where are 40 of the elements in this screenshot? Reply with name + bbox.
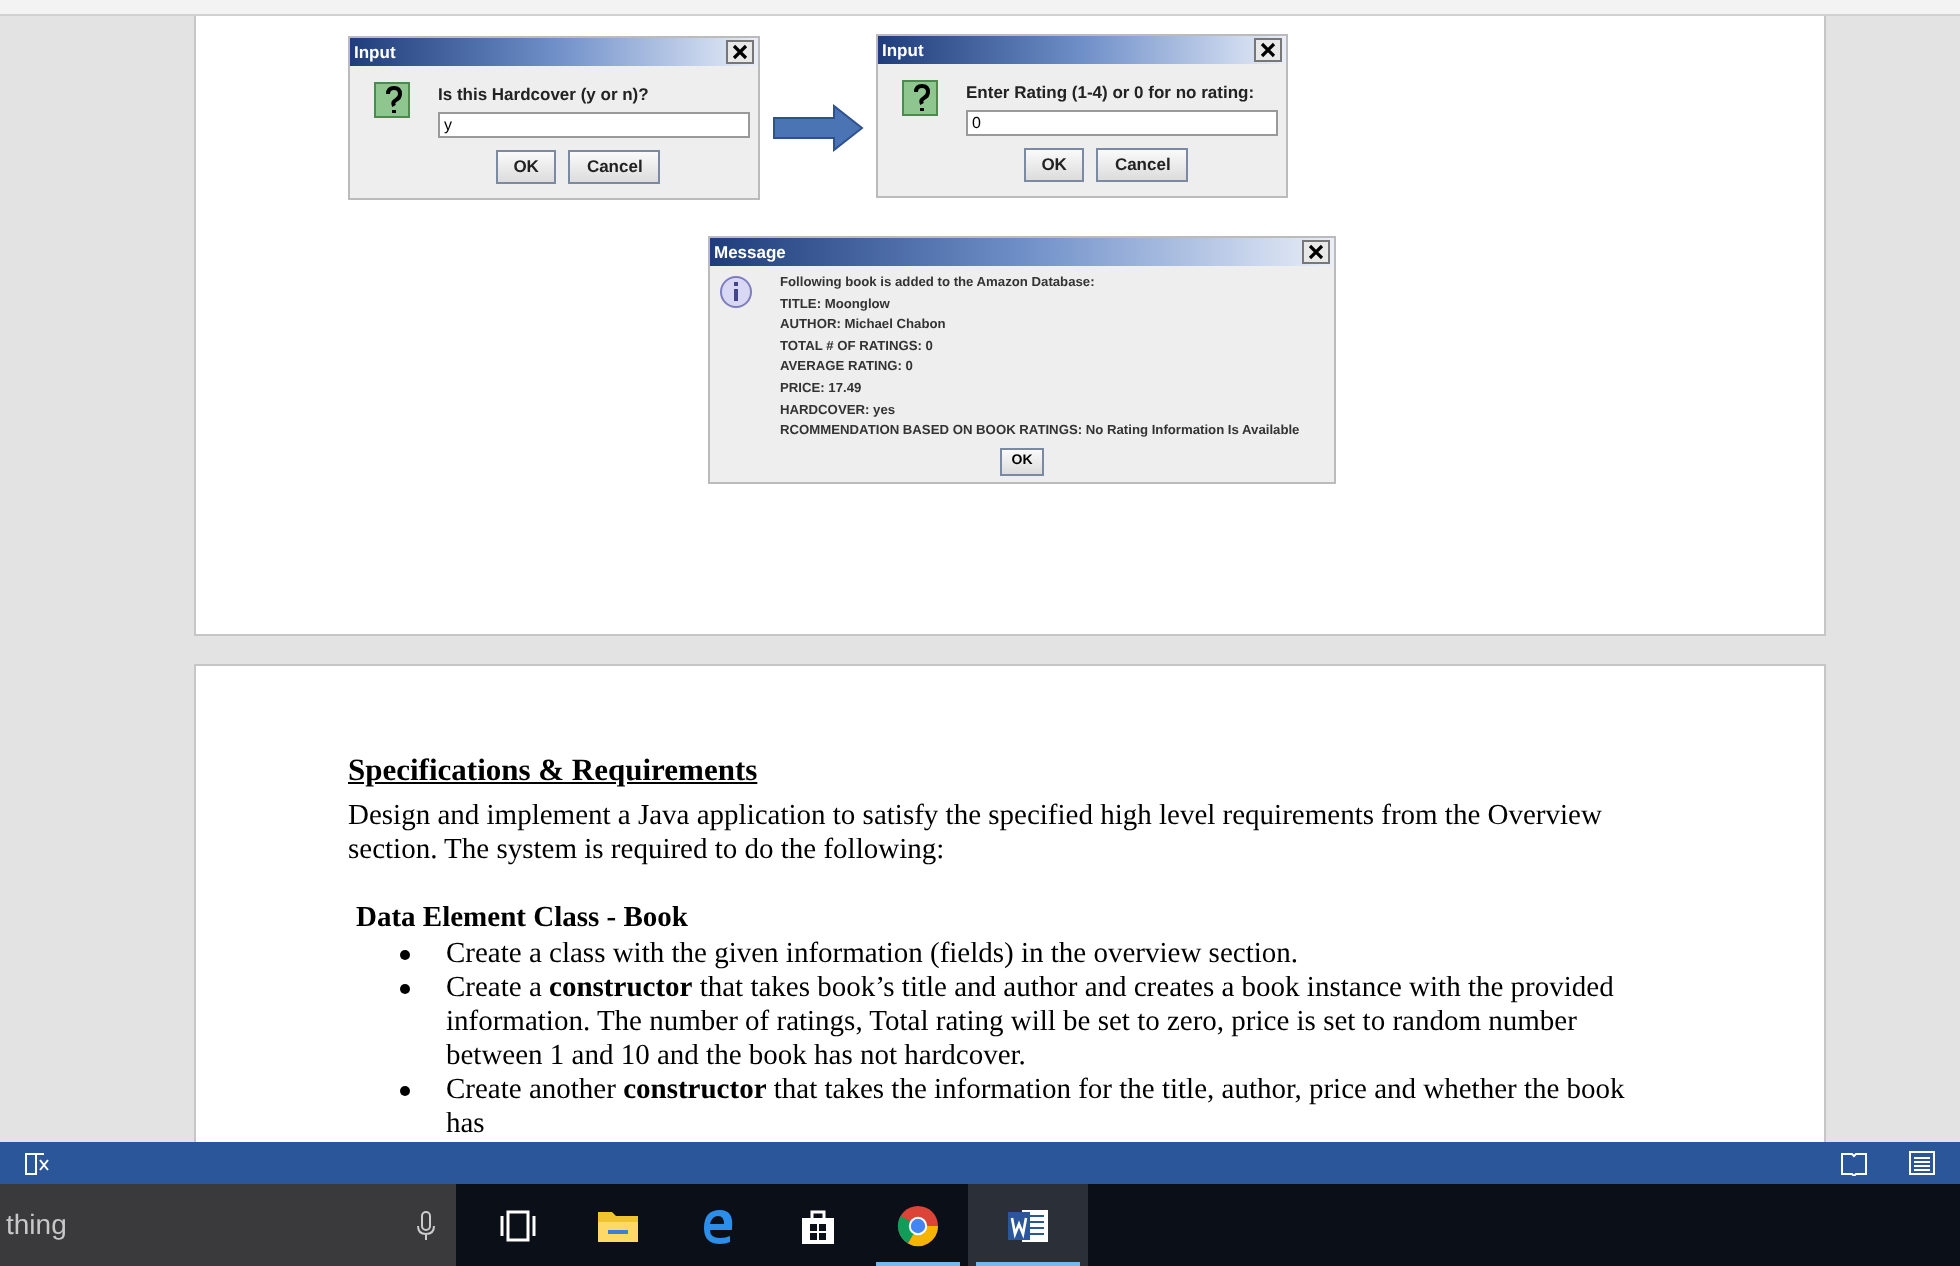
bullet-icon — [400, 1086, 410, 1096]
bullet-icon — [400, 950, 410, 960]
dialog-title: Message — [714, 239, 786, 265]
close-button[interactable] — [1254, 38, 1282, 62]
bullet-text: Create a constructor that takes book’s title and author and creates a book instance with the provided information. The number of ratings, Total rating will be set to zero, price is set to random number between 1 and 10 and the book has not hardcover. — [446, 972, 1616, 1074]
shopping-bag-icon — [800, 1205, 836, 1245]
dialog-button[interactable]: Cancel — [1096, 147, 1189, 182]
prompt-text: Enter Rating (1-4) or 0 for no rating: — [966, 80, 1257, 106]
task-view-icon — [498, 1209, 538, 1241]
close-button[interactable] — [726, 40, 754, 64]
dialog-title: Input — [882, 37, 924, 63]
prompt-text: Is this Hardcover (y or n)? — [438, 82, 651, 108]
search-text: thing — [6, 1206, 67, 1244]
dialog-button[interactable]: Cancel — [568, 149, 661, 184]
arrow-icon — [772, 104, 864, 152]
intro-paragraph: Design and implement a Java application to satisfy the specified high level requirements from the Overview section. The system is required to do the following: — [348, 800, 1604, 868]
question-icon — [374, 82, 410, 118]
read-mode-icon[interactable] — [1840, 1151, 1868, 1175]
dialog-title: Input — [354, 39, 396, 65]
search-box[interactable]: thing — [0, 1184, 456, 1266]
info-icon — [720, 276, 752, 308]
close-button[interactable] — [1302, 240, 1330, 264]
bullet-text: Create another constructor that takes the information for the title, author, price and whether the book has — [446, 1074, 1627, 1142]
bullet-text: Create a class with the given information (fields) in the overview section. — [446, 938, 1299, 972]
question-icon — [902, 80, 938, 116]
microphone-icon[interactable] — [416, 1209, 436, 1241]
text-input[interactable]: 0 — [966, 109, 1278, 136]
taskbar-button[interactable] — [968, 1184, 1088, 1266]
edge-icon — [698, 1205, 738, 1245]
print-layout-icon[interactable] — [1908, 1150, 1936, 1176]
dialog-button[interactable]: OK — [1023, 147, 1085, 182]
subheading: Data Element Class - Book — [356, 902, 690, 936]
folder-icon — [596, 1207, 640, 1243]
browser-icon — [896, 1203, 940, 1247]
dialog-button[interactable]: OK — [495, 149, 557, 184]
text-input[interactable]: y — [438, 111, 750, 138]
bullet-icon — [400, 984, 410, 994]
document-app-icon — [1006, 1205, 1050, 1245]
proofing-icon[interactable] — [24, 1151, 52, 1175]
section-heading: Specifications & Requirements — [348, 754, 760, 788]
